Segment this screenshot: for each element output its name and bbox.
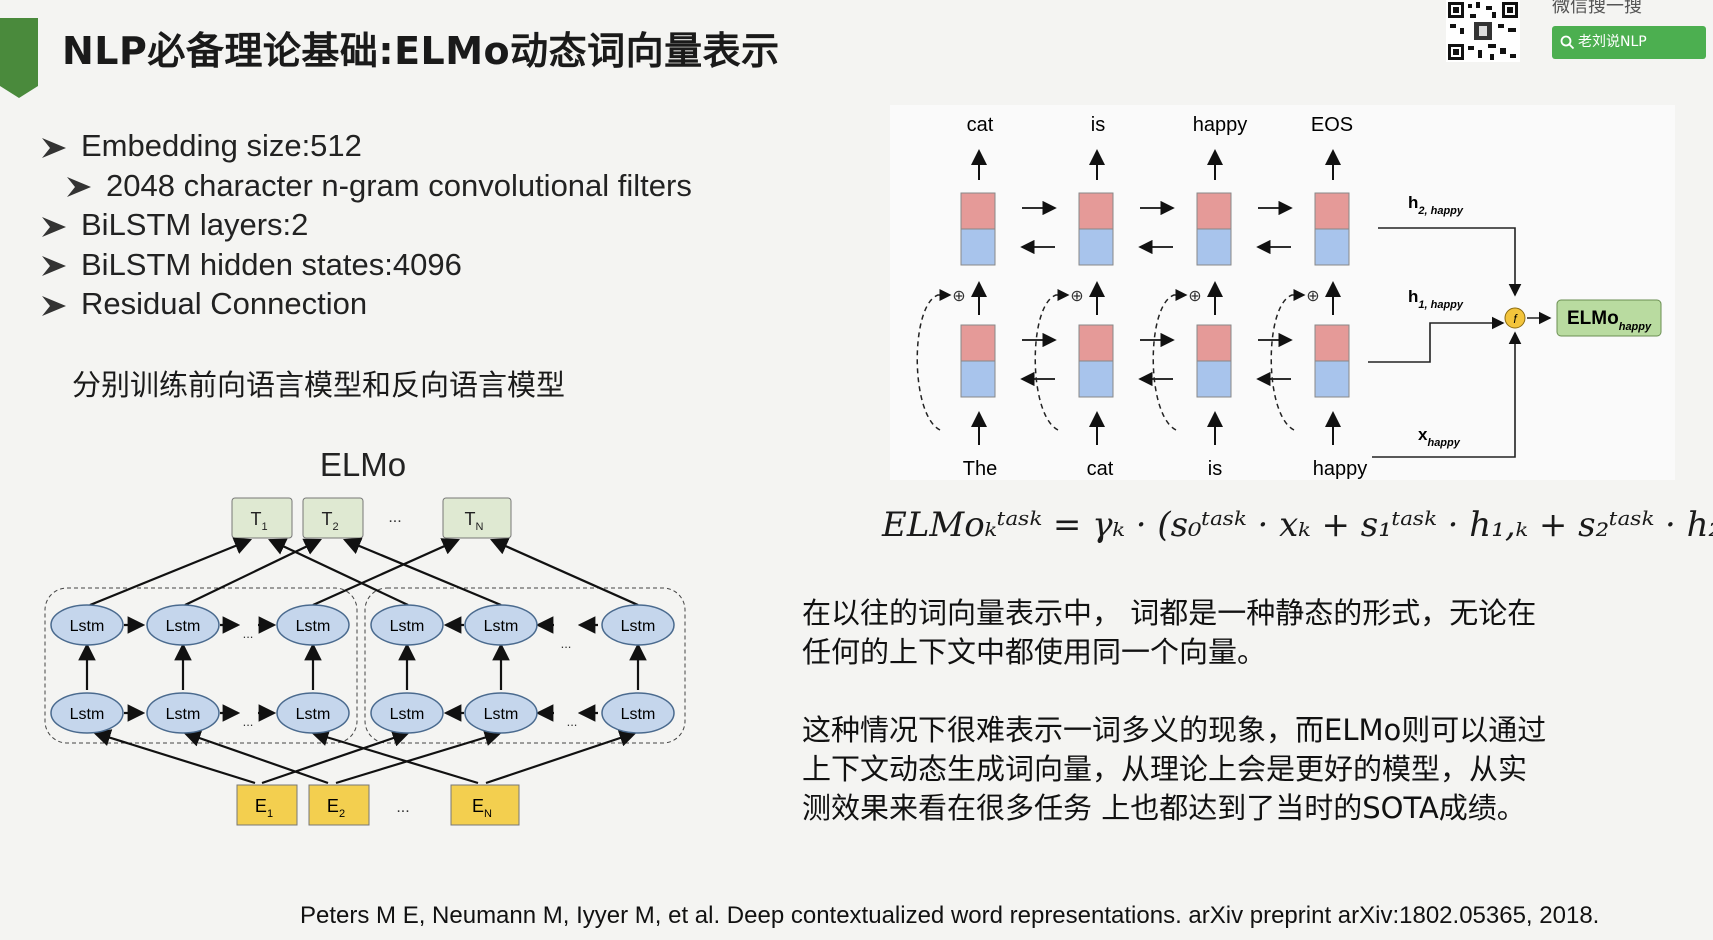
elmo-formula: ELMoₖᵗᵃˢᵏ = γₖ · (s₀ᵗᵃˢᵏ · xₖ + s₁ᵗᵃˢᵏ ·… xyxy=(882,505,1713,545)
ellipsis: ... xyxy=(567,714,578,729)
output-box: T1 xyxy=(231,497,293,539)
top-word: happy xyxy=(1193,114,1248,136)
search-button[interactable]: 老刘说NLP xyxy=(1552,26,1706,59)
output-box: T2 xyxy=(302,497,364,539)
svg-text:Lstm: Lstm xyxy=(296,706,331,723)
ellipsis: ... xyxy=(243,626,254,641)
left-diagram-title: ELMo xyxy=(320,446,406,483)
bilstm-diagram: cat is happy EOS ⊕ ⊕ ⊕ ⊕ The cat is happ… xyxy=(890,105,1675,480)
svg-text:Lstm: Lstm xyxy=(621,706,656,723)
lstm-cell: Lstm xyxy=(276,604,350,646)
lstm-cell: Lstm xyxy=(601,692,675,734)
lstm-cell: Lstm xyxy=(370,692,444,734)
elmo-architecture-diagram: ELMo T1 T2 ... TN ... ... ... ... Lstm L… xyxy=(44,446,686,826)
upper-lstm-cell xyxy=(1314,192,1350,266)
svg-text:Lstm: Lstm xyxy=(70,706,105,723)
lower-lstm-cell xyxy=(1078,324,1114,398)
lstm-cell: Lstm xyxy=(464,692,538,734)
lower-lstm-cell xyxy=(1314,324,1350,398)
qr-code-icon xyxy=(1446,0,1520,62)
upper-lstm-cell xyxy=(960,192,996,266)
upper-lstm-cell xyxy=(1196,192,1232,266)
svg-text:Lstm: Lstm xyxy=(484,706,519,723)
svg-text:Lstm: Lstm xyxy=(166,706,201,723)
lower-lstm-cell xyxy=(960,324,996,398)
lstm-cell: Lstm xyxy=(464,604,538,646)
svg-text:Lstm: Lstm xyxy=(70,618,105,635)
svg-text:Lstm: Lstm xyxy=(484,618,519,635)
search-icon xyxy=(1560,35,1575,49)
paragraph-line: 任何的上下文中都使用同一个向量。 xyxy=(802,635,1267,669)
output-box: TN xyxy=(442,497,512,539)
svg-text:Lstm: Lstm xyxy=(296,618,331,635)
lstm-cell: Lstm xyxy=(50,692,124,734)
lstm-cell: Lstm xyxy=(370,604,444,646)
reference-citation: Peters M E, Neumann M, Iyyer M, et al. D… xyxy=(300,902,1600,929)
input-box: EN xyxy=(450,784,520,826)
residual-plus-icon: ⊕ xyxy=(1070,288,1083,305)
search-label: 老刘说NLP xyxy=(1578,34,1647,50)
lstm-cell: Lstm xyxy=(146,692,220,734)
lstm-cell: Lstm xyxy=(146,604,220,646)
bottom-word: happy xyxy=(1313,458,1368,480)
wechat-search-label: 微信搜一搜 xyxy=(1552,0,1642,17)
paragraph-2: 这种情况下很难表示一词多义的现象，而ELMo则可以通过 上下文动态生成词向量，从… xyxy=(802,711,1546,828)
lower-lstm-cell xyxy=(1196,324,1232,398)
residual-plus-icon: ⊕ xyxy=(1306,288,1319,305)
paragraph-line: 在以往的词向量表示中， 词都是一种静态的形式，无论在 xyxy=(802,596,1537,630)
top-word: is xyxy=(1091,114,1105,136)
lstm-cell: Lstm xyxy=(276,692,350,734)
lstm-cell: Lstm xyxy=(601,604,675,646)
elmo-output-box: ELMohappy xyxy=(1556,299,1662,337)
input-box: E2 xyxy=(308,784,370,826)
paragraph-line: 这种情况下很难表示一词多义的现象，而ELMo则可以通过 xyxy=(802,713,1547,747)
paragraph-1: 在以往的词向量表示中， 词都是一种静态的形式，无论在 任何的上下文中都使用同一个… xyxy=(802,594,1536,672)
bottom-word: is xyxy=(1208,458,1222,480)
paragraph-line: 上下文动态生成词向量，从理论上会是更好的模型，从实 xyxy=(802,752,1528,786)
svg-text:Lstm: Lstm xyxy=(390,618,425,635)
upper-lstm-cell xyxy=(1078,192,1114,266)
ellipsis: ... xyxy=(243,714,254,729)
input-box: E1 xyxy=(236,784,298,826)
residual-plus-icon: ⊕ xyxy=(1188,288,1201,305)
bottom-word: The xyxy=(963,458,997,480)
svg-text:Lstm: Lstm xyxy=(621,618,656,635)
bottom-word: cat xyxy=(1087,458,1114,480)
svg-text:Lstm: Lstm xyxy=(390,706,425,723)
ellipsis: ... xyxy=(561,636,572,651)
residual-plus-icon: ⊕ xyxy=(952,288,965,305)
combine-function-node: f xyxy=(1504,307,1526,329)
paragraph-line: 测效果来看在很多任务 上也都达到了当时的SOTA成绩。 xyxy=(802,791,1526,825)
lstm-cell: Lstm xyxy=(50,604,124,646)
svg-text:Lstm: Lstm xyxy=(166,618,201,635)
top-word: EOS xyxy=(1311,114,1353,136)
output-ellipsis: ... xyxy=(388,509,401,526)
top-word: cat xyxy=(967,114,994,136)
input-ellipsis: ... xyxy=(396,799,409,816)
